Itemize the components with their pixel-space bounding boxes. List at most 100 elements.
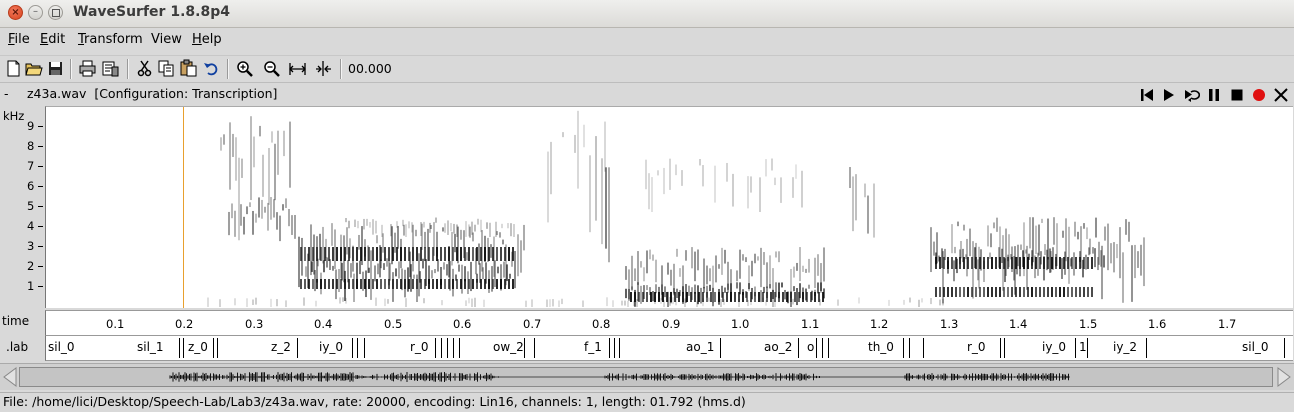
segment-boundary[interactable]	[1284, 338, 1285, 358]
zoom-out-icon[interactable]	[262, 59, 281, 78]
segment-boundary[interactable]	[183, 338, 184, 358]
segment-boundary[interactable]	[179, 338, 180, 358]
segment-boundary[interactable]	[297, 338, 298, 358]
segment-boundary[interactable]	[534, 338, 535, 358]
menu-help[interactable]: Help	[192, 32, 222, 47]
segment-label[interactable]: iy_2	[1113, 340, 1137, 354]
frequency-tick	[38, 286, 43, 287]
window-minimize-button[interactable]: –	[28, 5, 43, 20]
segment-label[interactable]: sil_0	[1242, 340, 1269, 354]
playback-cursor[interactable]	[183, 107, 184, 308]
segment-boundary[interactable]	[459, 338, 460, 358]
segment-boundary[interactable]	[798, 338, 799, 358]
segment-boundary[interactable]	[352, 338, 353, 358]
zoom-in-icon[interactable]	[235, 59, 254, 78]
segment-boundary[interactable]	[364, 338, 365, 358]
menu-file[interactable]: File	[8, 32, 30, 47]
waveform-scrollbar[interactable]	[0, 363, 1294, 390]
copy-icon[interactable]	[157, 59, 176, 78]
segment-boundary[interactable]	[1000, 338, 1001, 358]
cut-icon[interactable]	[135, 59, 154, 78]
menu-transform[interactable]: Transform	[78, 32, 143, 47]
zoom-fit-icon[interactable]	[288, 59, 307, 78]
segment-boundary[interactable]	[816, 338, 817, 358]
close-pane-icon[interactable]	[1272, 86, 1290, 104]
segment-label[interactable]: 1	[1079, 340, 1087, 354]
frequency-tick	[38, 126, 43, 127]
segment-boundary[interactable]	[614, 338, 615, 358]
segment-boundary[interactable]	[909, 338, 910, 358]
time-tick-label: 0.2	[175, 317, 194, 331]
segment-boundary[interactable]	[453, 338, 454, 358]
segment-label[interactable]: r_0	[410, 340, 429, 354]
pane-header: - z43a.wav [Configuration: Transcription…	[0, 82, 1294, 106]
segment-label[interactable]: iy_0	[1042, 340, 1066, 354]
frequency-axis: kHz 9 8 7 6 5 4 3 2 1	[0, 106, 44, 307]
time-tick-label: 1.3	[940, 317, 959, 331]
segment-boundary[interactable]	[447, 338, 448, 358]
segment-boundary[interactable]	[619, 338, 620, 358]
segment-boundary[interactable]	[1075, 338, 1076, 358]
zoom-selection-icon[interactable]	[314, 59, 333, 78]
pause-icon[interactable]	[1205, 86, 1223, 104]
scrollbar-thumb[interactable]	[19, 367, 1273, 387]
menu-edit[interactable]: Edit	[40, 32, 65, 47]
record-icon[interactable]	[1250, 86, 1268, 104]
pane-collapse-toggle[interactable]: -	[4, 86, 9, 101]
open-folder-icon[interactable]	[24, 59, 43, 78]
spectrogram-pane[interactable]	[45, 106, 1293, 308]
segment-boundary[interactable]	[822, 338, 823, 358]
time-tick-label: 0.8	[592, 317, 611, 331]
segment-boundary[interactable]	[1087, 338, 1088, 358]
segment-label[interactable]: sil_0	[48, 340, 75, 354]
spectrogram-image	[207, 110, 1145, 307]
print-icon[interactable]	[78, 59, 97, 78]
segment-label[interactable]: ao_1	[686, 340, 714, 354]
segment-boundary[interactable]	[828, 338, 829, 358]
new-file-icon[interactable]	[4, 59, 23, 78]
segment-boundary[interactable]	[217, 338, 218, 358]
save-icon[interactable]	[46, 59, 65, 78]
segment-boundary[interactable]	[213, 338, 214, 358]
window-close-button[interactable]: ×	[8, 5, 23, 20]
segment-boundary[interactable]	[441, 338, 442, 358]
print-setup-icon[interactable]	[101, 59, 120, 78]
segment-boundary[interactable]	[357, 338, 358, 358]
play-icon[interactable]	[1160, 86, 1178, 104]
segment-boundary[interactable]	[524, 338, 525, 358]
paste-icon[interactable]	[179, 59, 198, 78]
segment-boundary[interactable]	[609, 338, 610, 358]
title-bar: × – WaveSurfer 1.8.8p4	[0, 0, 1294, 28]
segment-boundary[interactable]	[435, 338, 436, 358]
stop-icon[interactable]	[1228, 86, 1246, 104]
frequency-tick	[38, 246, 43, 247]
segment-label[interactable]: z_0	[188, 340, 208, 354]
segment-boundary[interactable]	[1146, 338, 1147, 358]
segment-label[interactable]: ao_2	[764, 340, 792, 354]
time-tick-label: 0.1	[106, 317, 125, 331]
segment-boundary[interactable]	[1004, 338, 1005, 358]
time-axis-label: time	[0, 310, 44, 334]
window-maximize-button[interactable]	[48, 5, 63, 20]
scroll-right-arrow[interactable]	[1276, 366, 1292, 388]
segment-label[interactable]: ow_2	[493, 340, 524, 354]
segment-label[interactable]: z_2	[271, 340, 291, 354]
segment-label[interactable]: r_0	[967, 340, 986, 354]
segment-boundary[interactable]	[903, 338, 904, 358]
time-axis: 0.1 0.2 0.3 0.4 0.5 0.6 0.7 0.8 0.9 1.0 …	[45, 310, 1293, 336]
play-loop-icon[interactable]	[1182, 86, 1200, 104]
status-text: File: /home/lici/Desktop/Speech-Lab/Lab3…	[3, 394, 746, 409]
menu-view[interactable]: View	[151, 32, 182, 47]
segment-label[interactable]: th_0	[868, 340, 894, 354]
scroll-left-arrow[interactable]	[2, 366, 18, 388]
segment-label[interactable]: f_1	[584, 340, 602, 354]
segment-label[interactable]: sil_1	[137, 340, 164, 354]
segment-boundary[interactable]	[923, 338, 924, 358]
segment-label[interactable]: iy_0	[319, 340, 343, 354]
toolbar-separator	[227, 59, 229, 79]
segment-label[interactable]: o	[807, 340, 814, 354]
undo-icon[interactable]	[202, 59, 221, 78]
segment-boundary[interactable]	[720, 338, 721, 358]
transcription-pane[interactable]: sil_0 sil_1 z_0 z_2 iy_0 r_0 ow_2 f_1 ao…	[45, 336, 1293, 361]
skip-start-icon[interactable]	[1138, 86, 1156, 104]
